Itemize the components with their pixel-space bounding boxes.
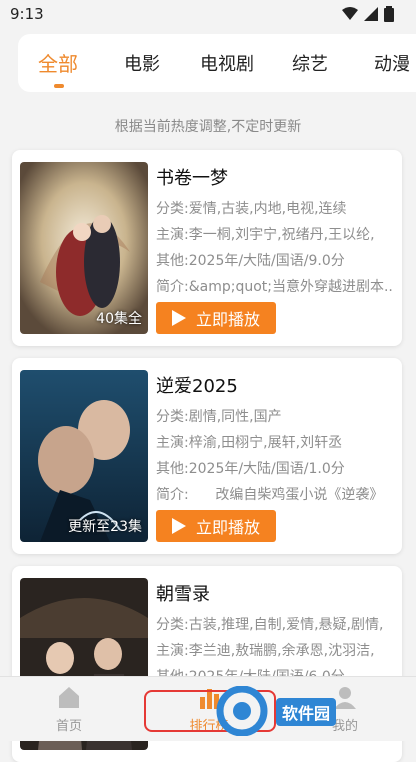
battery-icon [384, 6, 394, 22]
play-button-label: 立即播放 [195, 518, 260, 537]
title[interactable]: 朝雪录 [156, 580, 210, 606]
category-text: 分类:剧情,同性,国产 [156, 409, 282, 425]
status-icons [342, 6, 394, 22]
wifi-icon [342, 7, 358, 20]
episode-badge: 40集全 [96, 311, 142, 327]
cast-text: 主演:李一桐,刘宇宁,祝绪丹,王以纶, [156, 227, 375, 243]
list-item[interactable]: 40集全 书卷一梦 分类:爱情,古装,内地,电视,连续 主演:李一桐,刘宇宁,祝… [12, 150, 402, 346]
play-now-button[interactable]: 立即播放 [156, 510, 276, 542]
tab-variety[interactable]: 综艺 [292, 50, 328, 76]
category-text: 分类:爱情,古装,内地,电视,连续 [156, 201, 347, 217]
cast-text: 主演:李兰迪,敖瑞鹏,余承恩,沈羽洁, [156, 643, 375, 659]
tab-anime[interactable]: 动漫 [374, 50, 410, 76]
nav-label: 首页 [55, 719, 82, 734]
watermark: 软件园 [214, 684, 414, 738]
active-tab-indicator [54, 84, 64, 88]
play-icon [171, 310, 186, 326]
watermark-text: 软件园 [276, 698, 337, 726]
poster-image[interactable]: 更新至23集 [20, 370, 148, 542]
status-time: 9:13 [10, 5, 44, 23]
category-text: 分类:古装,推理,自制,爱情,悬疑,剧情, [156, 617, 384, 633]
intro-text: 简介: 改编自柴鸡蛋小说《逆袭》 [156, 487, 384, 503]
home-icon [59, 687, 79, 708]
other-info-text: 其他:2025年/大陆/国语/1.0分 [156, 461, 345, 477]
other-info-text: 其他:2025年/大陆/国语/9.0分 [156, 253, 345, 269]
watermark-logo-icon [216, 686, 268, 736]
play-now-button[interactable]: 立即播放 [156, 302, 276, 334]
tab-movies[interactable]: 电影 [124, 50, 160, 76]
play-icon [171, 518, 186, 534]
intro-text: 简介:&amp;quot;当意外穿越进剧本... [156, 279, 392, 295]
status-bar: 9:13 [0, 0, 416, 30]
tab-all[interactable]: 全部 [38, 48, 78, 77]
tab-tv-series[interactable]: 电视剧 [200, 50, 254, 76]
play-button-label: 立即播放 [195, 310, 260, 329]
title[interactable]: 书卷一梦 [156, 164, 228, 190]
list-item[interactable]: 更新至23集 逆爱2025 分类:剧情,同性,国产 主演:梓渝,田栩宁,展轩,刘… [12, 358, 402, 554]
signal-icon [364, 7, 378, 21]
title[interactable]: 逆爱2025 [156, 372, 238, 398]
poster-image[interactable]: 40集全 [20, 162, 148, 334]
category-tabs: 全部 电影 电视剧 综艺 动漫 [18, 34, 416, 92]
episode-badge: 更新至23集 [68, 519, 142, 535]
cast-text: 主演:梓渝,田栩宁,展轩,刘轩丞 [156, 435, 343, 451]
nav-item-home[interactable]: 首页 [34, 685, 104, 734]
ranking-hint: 根据当前热度调整,不定时更新 [114, 119, 302, 135]
